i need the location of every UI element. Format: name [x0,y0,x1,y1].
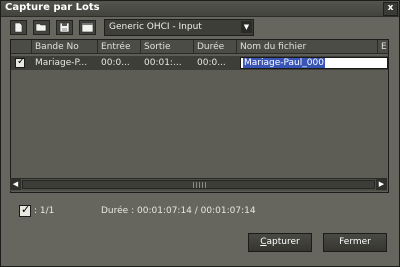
cell-in: 00:0... [101,58,130,68]
new-list-button[interactable] [10,20,27,35]
capture-button[interactable]: Capturer [248,233,312,252]
capture-device-value: Generic OHCI - Input [109,22,202,32]
check-icon: ✓ [21,203,31,216]
select-all-checkbox[interactable]: ✓ [19,203,31,217]
capture-device-select[interactable]: Generic OHCI - Input ▼ [104,19,254,36]
column-header-extra[interactable]: E [378,40,388,54]
horizontal-scrollbar[interactable]: ◀ ▶ [10,178,387,191]
save-disk-icon [59,22,70,33]
row-include-checkbox[interactable]: ✓ [15,56,26,68]
table-row[interactable]: ✓ Mariage-P... 00:0... 00:01:... 00:0...… [11,56,388,70]
column-header-out[interactable]: Sortie [141,40,194,54]
scrollbar-thumb[interactable] [22,180,375,189]
title-bar: Capture par Lots x [1,1,399,17]
scroll-right-icon[interactable]: ▶ [376,179,387,190]
selected-count: : 1/1 [34,206,55,216]
cell-out: 00:01:... [144,58,182,68]
open-list-button[interactable] [33,20,50,35]
column-header-check[interactable] [11,40,32,54]
window-icon [81,22,94,33]
column-header-duration[interactable]: Durée [194,40,237,54]
check-icon: ✓ [17,56,26,67]
grip-icon [193,182,207,188]
chevron-down-icon[interactable]: ▼ [241,21,252,33]
column-header-in[interactable]: Entrée [98,40,141,54]
total-duration-value: 00:01:07:14 / 00:01:07:14 [137,206,256,216]
filename-selected-text: Mariage-Paul_000 [243,58,325,68]
preview-window-button[interactable] [79,20,96,35]
save-list-button[interactable] [56,20,73,35]
total-duration-label: Durée : [101,206,135,216]
cell-tape: Mariage-P... [35,58,88,68]
scroll-left-icon[interactable]: ◀ [10,179,21,190]
capture-list-table: Bande No Entrée Sortie Durée Nom du fich… [10,39,389,193]
close-button[interactable]: Fermer [323,233,387,252]
open-folder-icon [35,23,47,32]
window-title: Capture par Lots [5,2,100,13]
batch-capture-window: Capture par Lots x Generic OHCI - Input … [0,0,400,267]
column-header-tape[interactable]: Bande No [32,40,98,54]
close-window-button[interactable]: x [383,2,398,16]
filename-edit-field[interactable]: Mariage-Paul_000 [240,57,388,69]
new-document-icon [14,22,23,33]
column-header-filename[interactable]: Nom du fichier [237,40,378,54]
cell-duration: 00:0... [197,58,226,68]
capture-label: apturer [266,237,300,247]
